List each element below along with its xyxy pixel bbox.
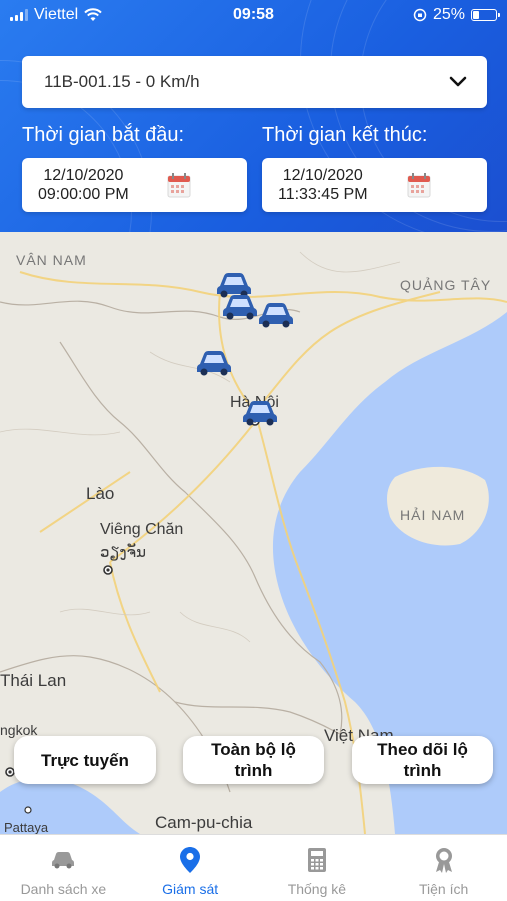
start-time-value: 09:00:00 PM — [38, 186, 129, 203]
car-marker-icon[interactable] — [222, 294, 258, 320]
header: Viettel 09:58 25% 11B-001.15 - 0 Km/h Th… — [0, 0, 507, 232]
car-marker-icon[interactable] — [242, 400, 278, 426]
tab-vehicle-list[interactable]: Danh sách xe — [0, 835, 127, 901]
tab-statistics[interactable]: Thống kê — [254, 835, 381, 901]
orientation-lock-icon — [413, 8, 427, 22]
track-route-button[interactable]: Theo dõi lộ trình — [352, 736, 493, 784]
vehicle-select-value: 11B-001.15 - 0 Km/h — [44, 72, 200, 91]
status-bar: Viettel 09:58 25% — [0, 0, 507, 32]
map-label-thai-lan: Thái Lan — [0, 671, 67, 690]
tab-utilities[interactable]: Tiện ích — [380, 835, 507, 901]
tab-monitor[interactable]: Giám sát — [127, 835, 254, 901]
track-route-label-line1: Theo dõi lộ — [377, 740, 468, 759]
chevron-down-icon — [449, 76, 467, 87]
map-label-quang-tay: QUẢNG TÂY — [400, 277, 492, 293]
award-icon — [435, 848, 452, 873]
end-time-label: Thời gian kết thúc: — [262, 124, 428, 146]
end-date-value: 12/10/2020 — [282, 167, 363, 184]
map-label-van-nam: VÂN NAM — [16, 252, 87, 268]
battery-percent: 25% — [432, 6, 465, 23]
tab-vehicle-list-label: Danh sách xe — [20, 881, 107, 897]
calculator-icon — [307, 848, 326, 872]
tab-bar: Danh sách xe Giám sát Thống kê Tiện ích — [0, 834, 507, 901]
full-route-label-line2: trình — [234, 761, 273, 780]
end-time-value: 11:33:45 PM — [278, 186, 368, 203]
end-time-field[interactable]: 12/10/2020 11:33:45 PM — [262, 158, 487, 212]
online-button-label: Trực tuyến — [41, 750, 129, 770]
car-marker-icon[interactable] — [196, 350, 232, 376]
track-route-label-line2: trình — [403, 761, 442, 780]
start-date-value: 12/10/2020 — [43, 167, 124, 184]
location-pin-icon — [180, 847, 201, 873]
car-icon — [52, 852, 75, 869]
map-label-lao: Lào — [86, 484, 115, 503]
map-label-vieng-chan: Viêng Chăn — [100, 521, 184, 538]
online-button[interactable]: Trực tuyến — [14, 736, 156, 784]
tab-statistics-label: Thống kê — [287, 881, 347, 897]
start-time-label: Thời gian bắt đầu: — [22, 124, 185, 146]
battery-icon — [471, 9, 500, 21]
tab-utilities-label: Tiện ích — [418, 881, 469, 897]
map-label-pattaya: Pattaya — [4, 820, 49, 834]
start-time-field[interactable]: 12/10/2020 09:00:00 PM — [22, 158, 247, 212]
full-route-button[interactable]: Toàn bộ lộ trình — [183, 736, 324, 784]
map-label-campuchia: Cam-pu-chia — [155, 813, 253, 832]
full-route-label-line1: Toàn bộ lộ — [211, 740, 296, 759]
vehicle-select[interactable]: 11B-001.15 - 0 Km/h — [22, 56, 487, 108]
car-marker-icon[interactable] — [258, 302, 294, 328]
calendar-icon[interactable] — [407, 172, 431, 198]
calendar-icon[interactable] — [167, 172, 191, 198]
tab-monitor-label: Giám sát — [162, 881, 219, 897]
map-label-hai-nam: HẢI NAM — [400, 507, 466, 523]
map-view[interactable]: VÂN NAM QUẢNG TÂY Hà Nội Lào Viêng Chăn … — [0, 232, 507, 834]
map-label-vieng-chan-lao: ວຽງຈັນ — [100, 544, 146, 561]
